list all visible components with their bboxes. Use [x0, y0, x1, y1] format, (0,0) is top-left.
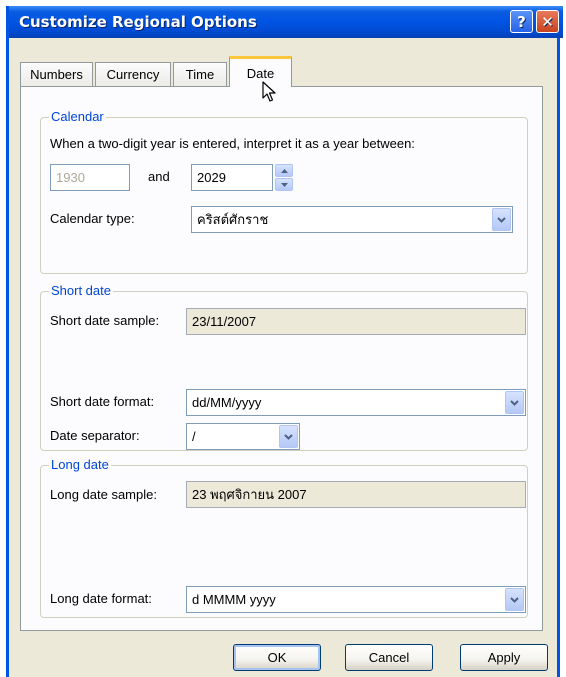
- close-icon: ✕: [541, 12, 554, 31]
- arrow-down-icon[interactable]: [275, 178, 293, 191]
- title-bar[interactable]: Customize Regional Options ? ✕: [9, 6, 563, 38]
- long-date-sample-label: Long date sample:: [50, 487, 157, 502]
- year-from-field: 1930: [50, 164, 130, 191]
- ok-button[interactable]: OK: [233, 644, 321, 671]
- apply-button[interactable]: Apply: [460, 644, 548, 671]
- calendar-type-label: Calendar type:: [50, 211, 135, 226]
- calendar-group: Calendar When a two-digit year is entere…: [40, 109, 528, 274]
- year-from-value: 1930: [56, 170, 85, 185]
- mouse-pointer-icon: [262, 81, 276, 106]
- and-label: and: [148, 169, 170, 184]
- chevron-down-icon[interactable]: [505, 391, 524, 414]
- chevron-down-icon[interactable]: [492, 208, 511, 231]
- long-date-sample-field: 23 พฤศจิกายน 2007: [186, 481, 526, 508]
- chevron-down-icon[interactable]: [279, 425, 298, 448]
- calendar-type-value: คริสต์ศักราช: [197, 212, 269, 227]
- window-title: Customize Regional Options: [19, 13, 257, 31]
- tab-date[interactable]: Date: [229, 56, 292, 87]
- year-to-value: 2029: [197, 170, 226, 185]
- cancel-label: Cancel: [368, 650, 410, 665]
- apply-label: Apply: [487, 650, 521, 665]
- chevron-down-icon[interactable]: [505, 588, 524, 611]
- tab-numbers-label: Numbers: [30, 67, 83, 82]
- short-date-group: Short date Short date sample: 23/11/2007…: [40, 283, 528, 451]
- long-date-format-label: Long date format:: [50, 591, 152, 606]
- long-date-group: Long date Long date sample: 23 พฤศจิกายน…: [40, 457, 528, 618]
- date-separator-label: Date separator:: [50, 428, 140, 443]
- short-date-format-value: dd/MM/yyyy: [192, 395, 262, 410]
- short-date-legend: Short date: [49, 283, 113, 298]
- tab-currency[interactable]: Currency: [95, 62, 171, 86]
- calendar-type-select[interactable]: คริสต์ศักราช: [191, 206, 513, 233]
- short-date-format-label: Short date format:: [50, 394, 155, 409]
- tab-currency-label: Currency: [106, 67, 160, 82]
- short-date-sample-label: Short date sample:: [50, 313, 160, 328]
- short-date-sample-field: 23/11/2007: [186, 308, 526, 335]
- help-icon: ?: [517, 12, 526, 31]
- long-date-format-select[interactable]: d MMMM yyyy: [186, 586, 526, 613]
- two-digit-year-instruction: When a two-digit year is entered, interp…: [50, 136, 415, 151]
- tab-time-label: Time: [185, 67, 215, 82]
- date-separator-select[interactable]: /: [186, 423, 300, 450]
- date-separator-value: /: [192, 429, 196, 444]
- date-tab-panel: Calendar When a two-digit year is entere…: [20, 86, 543, 631]
- short-date-format-select[interactable]: dd/MM/yyyy: [186, 389, 526, 416]
- short-date-sample-value: 23/11/2007: [192, 314, 257, 329]
- help-button[interactable]: ?: [510, 10, 533, 33]
- tab-date-label: Date: [246, 65, 275, 81]
- calendar-legend: Calendar: [49, 109, 106, 124]
- close-button[interactable]: ✕: [536, 10, 559, 33]
- tab-numbers[interactable]: Numbers: [20, 62, 93, 86]
- long-date-format-value: d MMMM yyyy: [192, 592, 276, 607]
- tab-time[interactable]: Time: [173, 62, 227, 86]
- year-spinner[interactable]: [275, 164, 293, 191]
- cancel-button[interactable]: Cancel: [345, 644, 433, 671]
- long-date-legend: Long date: [49, 457, 111, 472]
- ok-label: OK: [267, 650, 287, 665]
- long-date-sample-value: 23 พฤศจิกายน 2007: [192, 487, 307, 502]
- arrow-up-icon[interactable]: [275, 164, 293, 177]
- year-to-field[interactable]: 2029: [191, 164, 273, 191]
